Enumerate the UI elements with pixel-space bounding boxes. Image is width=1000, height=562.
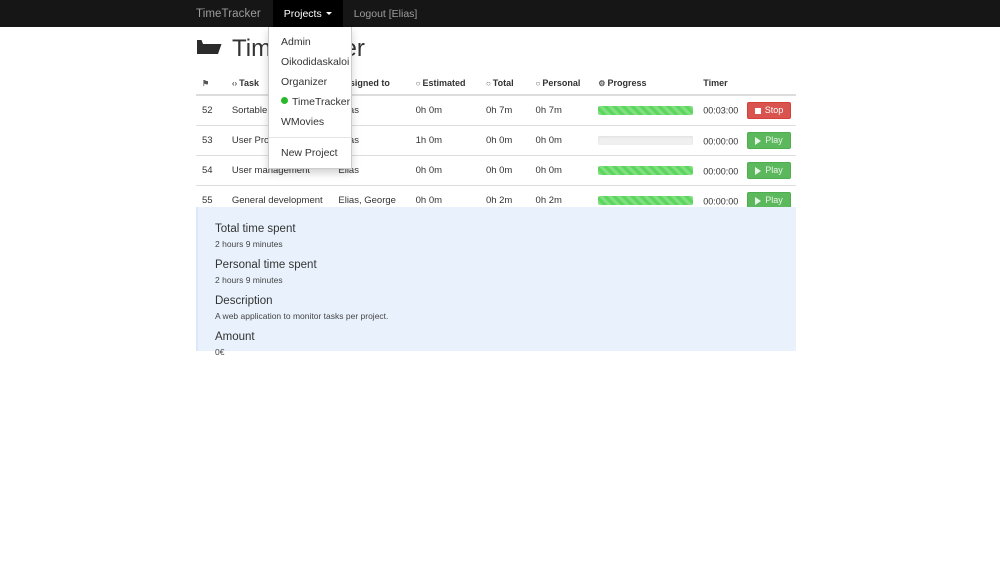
- nav-item-projects-label: Projects: [283, 7, 322, 20]
- clock-icon: ○: [415, 79, 421, 88]
- top-navbar: TimeTracker Projects Logout [Elias]: [0, 0, 1000, 27]
- brand-logo[interactable]: TimeTracker: [196, 0, 273, 27]
- cell-total: 0h 7m: [479, 94, 530, 126]
- cell-id: 53: [196, 125, 226, 156]
- cell-progress: [592, 155, 698, 186]
- col-header-flag[interactable]: ⚑: [196, 73, 226, 96]
- dropdown-item-label: TimeTracker: [292, 95, 351, 108]
- cell-personal: 0h 0m: [529, 125, 593, 156]
- play-triangle-icon: [755, 136, 762, 145]
- dropdown-item-oikodidaskaloi[interactable]: Oikodidaskaloi: [269, 52, 351, 72]
- cell-timer: 00:03:00 Stop: [697, 94, 796, 126]
- cell-personal: 0h 0m: [529, 155, 593, 186]
- progress-bar-fill: [598, 166, 694, 175]
- play-timer-button[interactable]: Play: [746, 132, 791, 149]
- play-triangle-icon: [755, 166, 762, 175]
- dropdown-item-wmovies[interactable]: WMovies: [269, 112, 351, 132]
- play-timer-button[interactable]: Play: [746, 162, 791, 179]
- nav-item-logout[interactable]: Logout [Elias]: [343, 0, 429, 27]
- info-heading-amount: Amount: [215, 331, 255, 343]
- cell-timer: 00:00:00 Play: [697, 125, 796, 156]
- timer-value: 00:00:00: [703, 166, 739, 177]
- progress-bar: [598, 196, 694, 205]
- timer-value: 00:00:00: [703, 136, 739, 147]
- cell-id: 52: [196, 94, 226, 126]
- stop-timer-button[interactable]: Stop: [746, 102, 791, 119]
- info-value-description: A web application to monitor tasks per p…: [215, 311, 389, 321]
- cell-estimated: 1h 0m: [409, 125, 480, 156]
- col-header-total[interactable]: ○ Total: [479, 73, 530, 96]
- timer-value: 00:00:00: [703, 196, 739, 207]
- clock-icon: ○: [485, 79, 491, 88]
- clock-icon: ○: [535, 79, 541, 88]
- selected-dot-icon: [281, 97, 288, 105]
- col-header-personal[interactable]: ○ Personal: [529, 73, 593, 96]
- col-header-progress[interactable]: ⚙ Progress: [592, 73, 698, 96]
- cell-total: 0h 0m: [479, 125, 530, 156]
- dropdown-item-new-project[interactable]: New Project: [269, 143, 351, 163]
- info-heading-total-time: Total time spent: [215, 223, 296, 235]
- col-header-timer[interactable]: Timer: [697, 73, 796, 96]
- progress-bar-fill: [598, 196, 694, 205]
- stop-square-icon: [754, 107, 761, 114]
- timer-value: 00:03:00: [703, 105, 739, 116]
- cell-progress: [592, 125, 698, 156]
- dropdown-item-label: Oikodidaskaloi: [281, 55, 350, 68]
- dropdown-item-label: WMovies: [281, 115, 325, 128]
- cell-id: 54: [196, 155, 226, 186]
- dropdown-item-label: Organizer: [281, 75, 328, 88]
- cell-estimated: 0h 0m: [409, 94, 480, 126]
- info-value-personal-time: 2 hours 9 minutes: [215, 275, 283, 285]
- cell-progress: [592, 94, 698, 126]
- project-info-panel: Total time spent 2 hours 9 minutes Perso…: [196, 207, 796, 357]
- cell-estimated: 0h 0m: [409, 155, 480, 186]
- cell-timer: 00:00:00 Play: [697, 155, 796, 186]
- nav-item-projects[interactable]: Projects: [272, 0, 343, 27]
- play-triangle-icon: [755, 196, 762, 205]
- progress-bar: [598, 106, 694, 115]
- dropdown-item-label: Admin: [281, 35, 311, 48]
- dropdown-item-organizer[interactable]: Organizer: [269, 72, 351, 92]
- cell-personal: 0h 7m: [529, 94, 593, 126]
- gear-icon: ⚙: [598, 79, 606, 88]
- cell-total: 0h 0m: [479, 155, 530, 186]
- info-value-amount: 0€: [215, 347, 225, 357]
- flag-icon: ⚑: [202, 79, 210, 88]
- folder-open-icon: [196, 35, 222, 63]
- dropdown-divider: [269, 137, 351, 138]
- chevron-down-icon: [325, 12, 332, 15]
- progress-bar: [598, 166, 694, 175]
- projects-dropdown-menu[interactable]: Admin Oikodidaskaloi Organizer TimeTrack…: [268, 27, 352, 169]
- dropdown-item-timetracker[interactable]: TimeTracker: [269, 92, 351, 112]
- info-value-total-time: 2 hours 9 minutes: [215, 239, 283, 249]
- info-heading-personal-time: Personal time spent: [215, 259, 317, 271]
- progress-bar: [598, 136, 694, 145]
- progress-bar-fill: [598, 106, 694, 115]
- code-icon: ‹›: [231, 79, 238, 88]
- dropdown-item-admin[interactable]: Admin: [269, 32, 351, 52]
- col-header-estimated[interactable]: ○ Estimated: [409, 73, 480, 96]
- info-heading-description: Description: [215, 295, 273, 307]
